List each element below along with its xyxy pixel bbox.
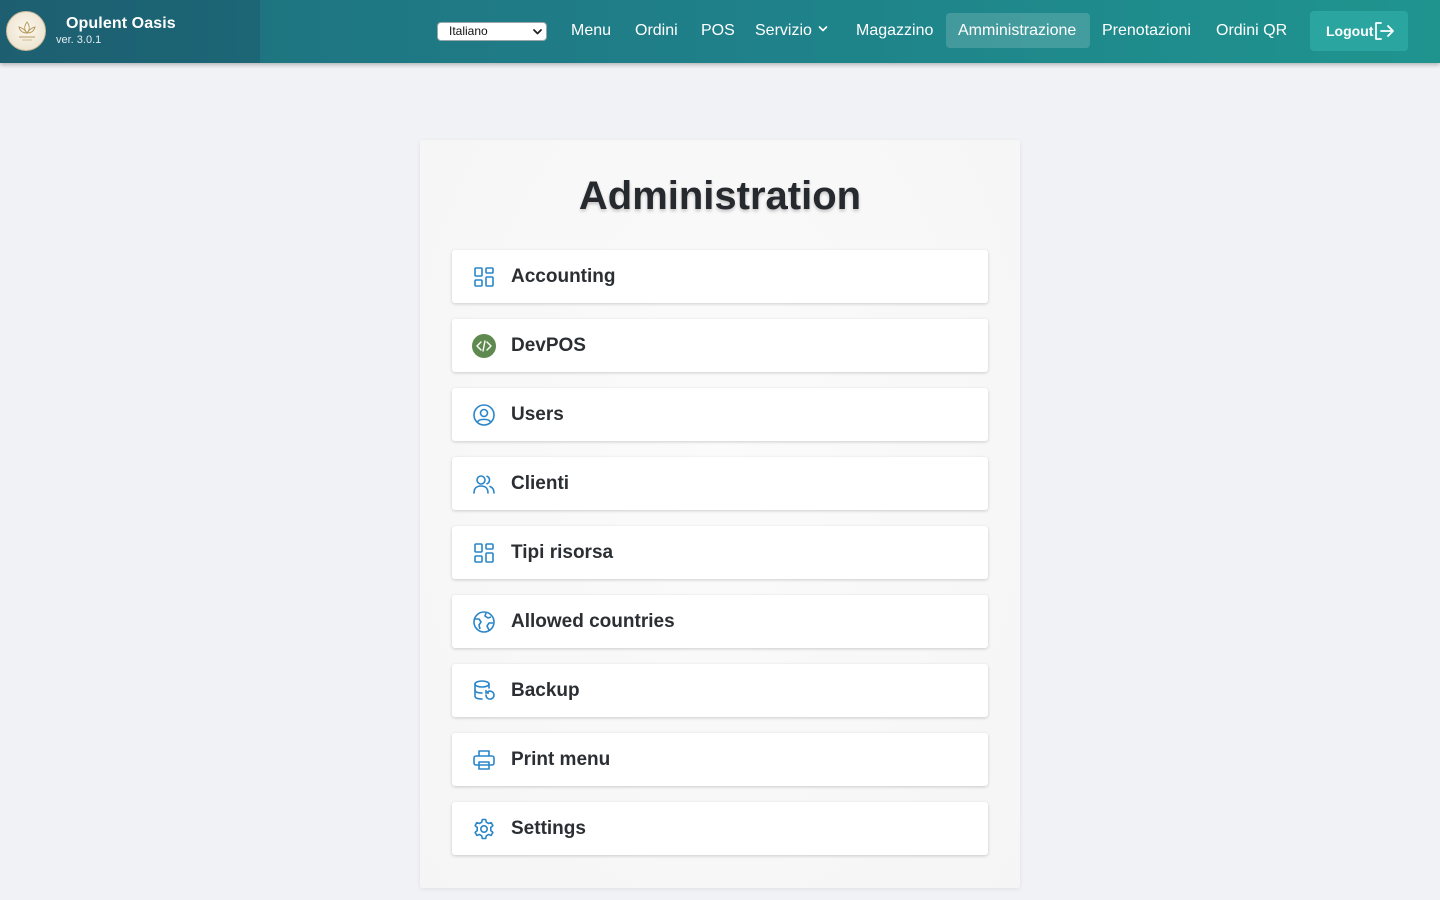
printer-icon	[472, 748, 496, 772]
logout-icon	[1375, 22, 1395, 40]
brand-name: Opulent Oasis	[66, 15, 176, 32]
admin-item-settings[interactable]: Settings	[452, 802, 988, 855]
nav-amministrazione[interactable]: Amministrazione	[946, 13, 1090, 48]
admin-item-label: Settings	[511, 817, 586, 839]
admin-item-accounting[interactable]: Accounting	[452, 250, 988, 303]
administration-panel: Administration Accounting DevPOS Users C…	[420, 140, 1020, 888]
admin-item-users[interactable]: Users	[452, 388, 988, 441]
admin-item-devpos[interactable]: DevPOS	[452, 319, 988, 372]
grid-icon	[472, 265, 496, 289]
nav-servizio-label: Servizio	[755, 22, 812, 39]
admin-item-label: Backup	[511, 679, 580, 701]
user-circle-icon	[472, 403, 496, 427]
app-version: ver. 3.0.1	[56, 34, 102, 46]
chevron-down-icon	[818, 26, 828, 32]
globe-icon	[472, 610, 496, 634]
admin-item-label: Tipi risorsa	[511, 541, 614, 563]
nav-pos[interactable]: POS	[689, 13, 747, 48]
language-select[interactable]: Italiano	[437, 22, 547, 41]
admin-item-tipi-risorsa[interactable]: Tipi risorsa	[452, 526, 988, 579]
admin-item-label: Allowed countries	[511, 610, 675, 632]
admin-item-label: Print menu	[511, 748, 611, 770]
top-navbar: Opulent Oasis ver. 3.0.1 Italiano Menu O…	[0, 0, 1440, 63]
nav-magazzino[interactable]: Magazzino	[844, 13, 945, 48]
admin-item-label: Users	[511, 403, 564, 425]
nav-menu[interactable]: Menu	[559, 13, 623, 48]
nav-ordini-qr[interactable]: Ordini QR	[1204, 13, 1299, 48]
users-icon	[472, 472, 496, 496]
page-title: Administration	[578, 174, 862, 218]
database-restore-icon	[472, 679, 496, 703]
admin-item-clienti[interactable]: Clienti	[452, 457, 988, 510]
admin-item-backup[interactable]: Backup	[452, 664, 988, 717]
lotus-logo-icon	[18, 21, 36, 41]
brand-logo[interactable]	[6, 11, 46, 51]
language-select-value: Italiano	[449, 24, 488, 38]
gear-icon	[472, 817, 496, 841]
admin-item-label: DevPOS	[511, 334, 586, 356]
nav-ordini[interactable]: Ordini	[623, 13, 690, 48]
nav-prenotazioni[interactable]: Prenotazioni	[1090, 13, 1203, 48]
admin-item-label: Clienti	[511, 472, 570, 494]
nav-servizio[interactable]: Servizio	[743, 13, 840, 48]
logout-button[interactable]: Logout	[1310, 11, 1408, 51]
chevron-down-icon	[533, 29, 542, 35]
admin-item-label: Accounting	[511, 265, 616, 287]
admin-item-allowed-countries[interactable]: Allowed countries	[452, 595, 988, 648]
grid-icon	[472, 541, 496, 565]
brand-area: Opulent Oasis ver. 3.0.1	[0, 0, 260, 63]
admin-item-print-menu[interactable]: Print menu	[452, 733, 988, 786]
devpos-code-icon	[472, 333, 496, 358]
logout-label: Logout	[1326, 23, 1374, 39]
